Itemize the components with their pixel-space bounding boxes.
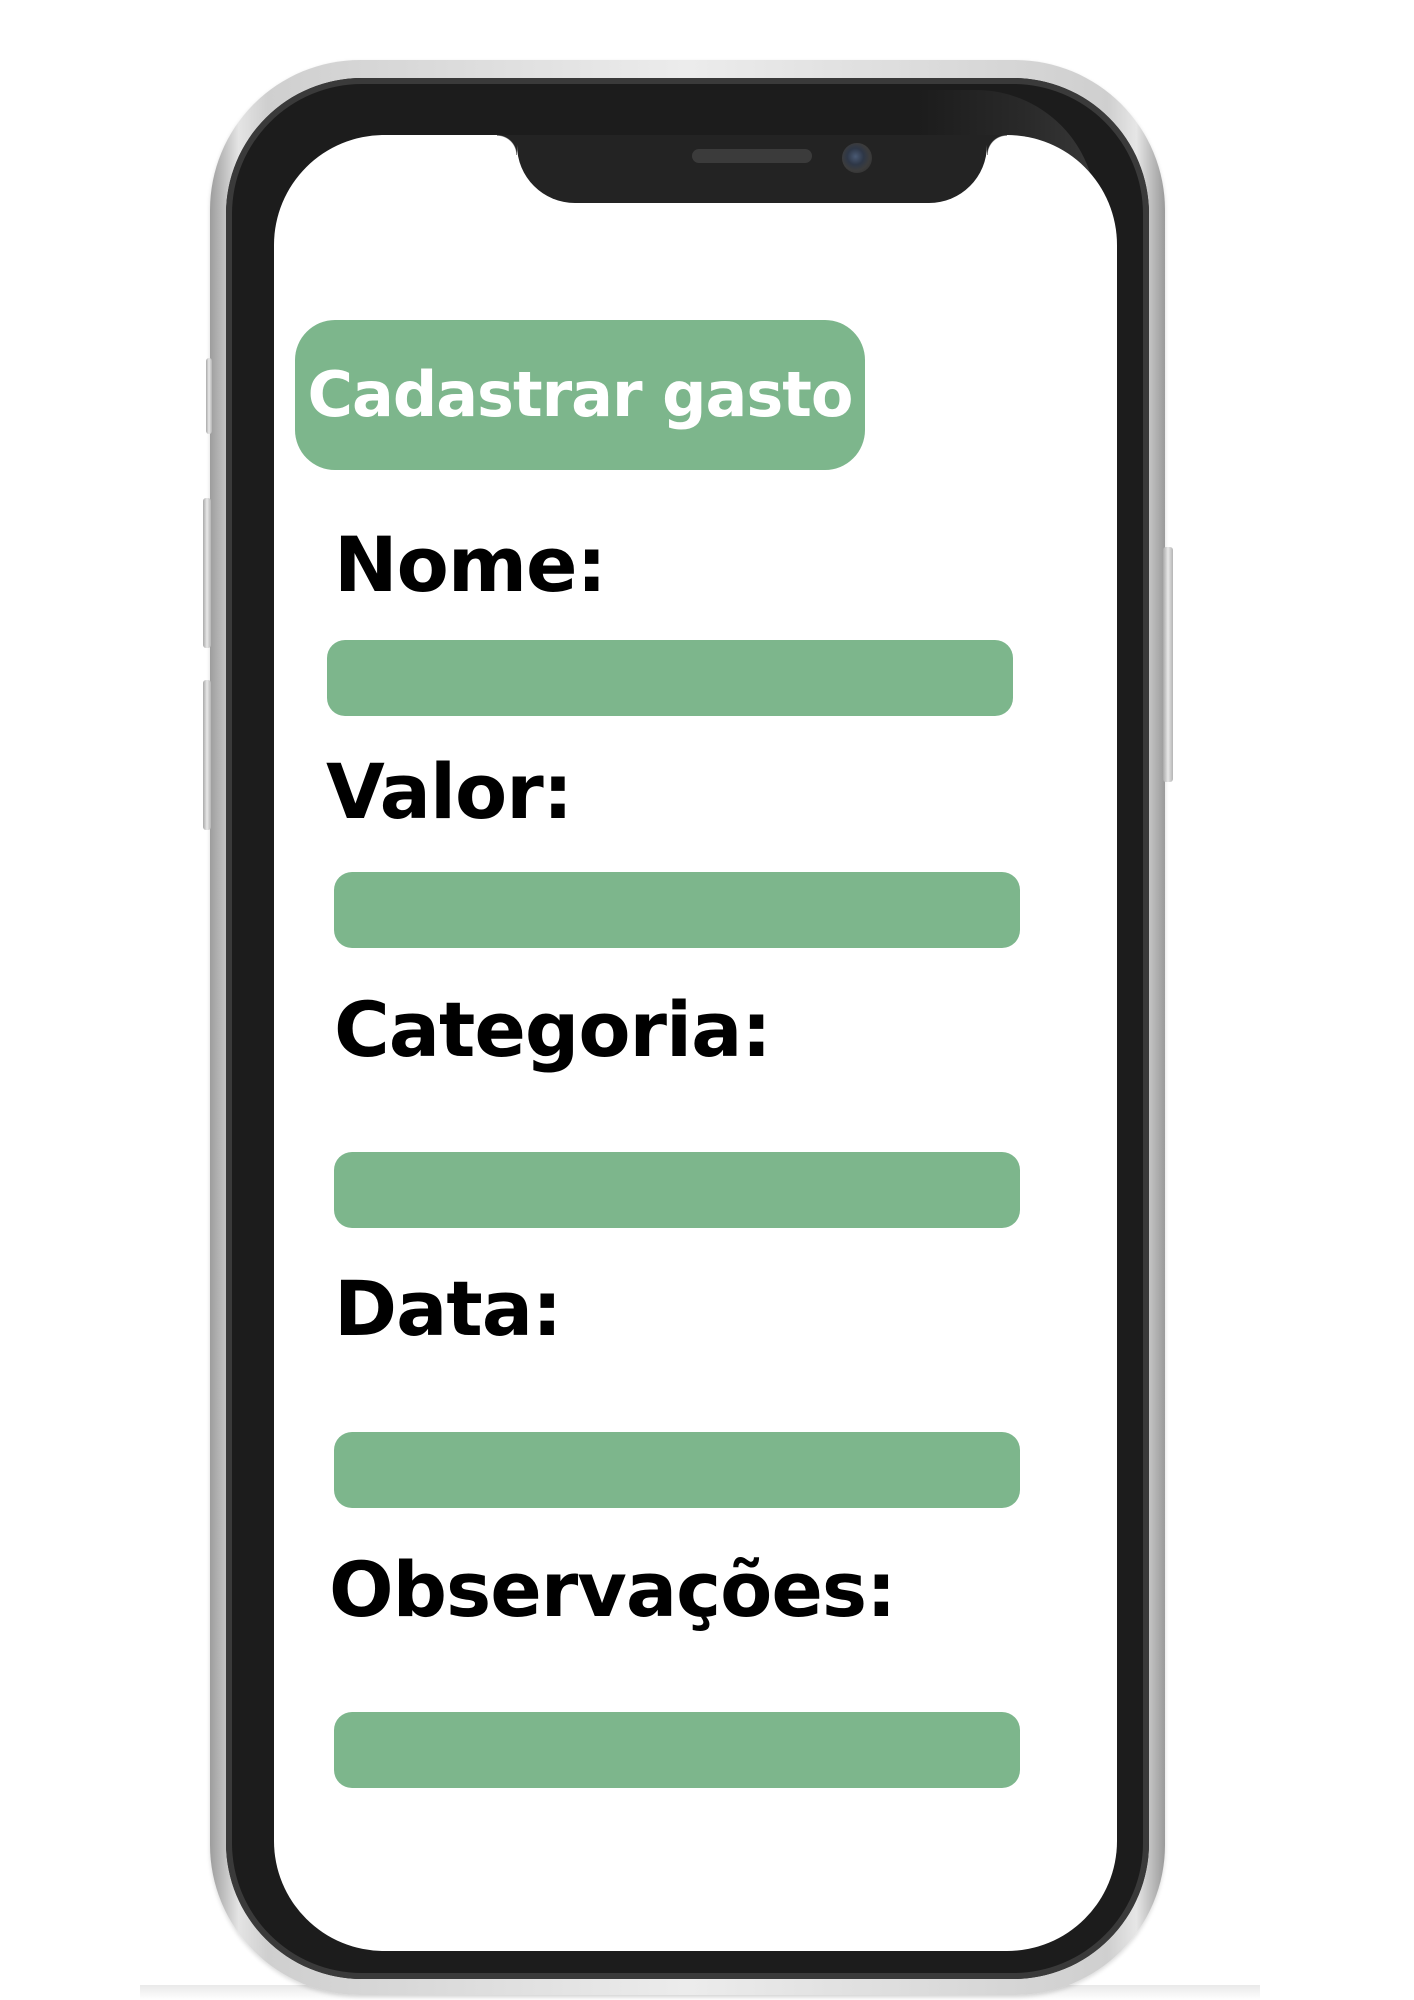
volume-up-button bbox=[203, 498, 211, 648]
categoria-input[interactable] bbox=[334, 1152, 1020, 1228]
phone-screen: Cadastrar gasto Nome: Valor: Categoria: … bbox=[274, 135, 1117, 1951]
phone-bezel: Cadastrar gasto Nome: Valor: Categoria: … bbox=[226, 78, 1149, 1979]
observacoes-label: Observações: bbox=[329, 1545, 897, 1634]
data-input[interactable] bbox=[334, 1432, 1020, 1508]
cadastrar-gasto-button[interactable]: Cadastrar gasto bbox=[295, 320, 865, 470]
nome-label: Nome: bbox=[334, 520, 607, 609]
phone-mockup: Cadastrar gasto Nome: Valor: Categoria: … bbox=[203, 60, 1173, 1995]
earpiece-speaker bbox=[692, 149, 812, 163]
front-camera-icon bbox=[842, 143, 872, 173]
phone-notch bbox=[497, 135, 1007, 203]
power-button bbox=[1163, 547, 1173, 782]
nome-input[interactable] bbox=[327, 640, 1013, 716]
valor-input[interactable] bbox=[334, 872, 1020, 948]
volume-down-button bbox=[203, 680, 211, 830]
observacoes-input[interactable] bbox=[334, 1712, 1020, 1788]
categoria-label: Categoria: bbox=[334, 985, 772, 1074]
data-label: Data: bbox=[334, 1264, 562, 1353]
valor-label: Valor: bbox=[326, 747, 573, 836]
mute-switch bbox=[206, 358, 212, 434]
